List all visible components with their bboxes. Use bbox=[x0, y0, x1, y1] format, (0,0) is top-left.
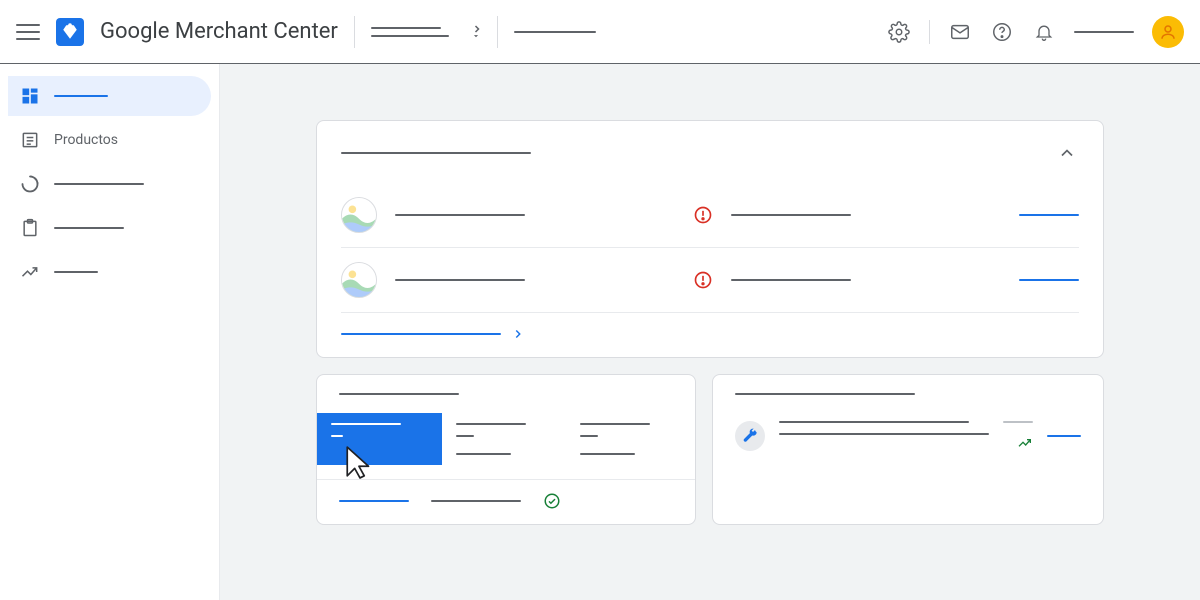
task-action-link[interactable] bbox=[1019, 279, 1079, 281]
trend-up-icon bbox=[1017, 435, 1033, 451]
sidebar-item-label bbox=[54, 183, 144, 185]
task-status bbox=[731, 214, 851, 216]
task-action-link[interactable] bbox=[1019, 214, 1079, 216]
metrics-card bbox=[316, 374, 696, 525]
task-name bbox=[395, 279, 525, 281]
metric-tile[interactable] bbox=[442, 413, 567, 465]
chevron-right-icon bbox=[511, 327, 525, 341]
divider bbox=[497, 16, 498, 48]
metric-tile[interactable] bbox=[566, 413, 691, 465]
secondary-selector[interactable] bbox=[514, 31, 604, 33]
list-icon bbox=[20, 130, 40, 150]
dashboard-icon bbox=[20, 86, 40, 106]
divider bbox=[354, 16, 355, 48]
footer-metric bbox=[431, 500, 521, 502]
notifications-icon[interactable] bbox=[1032, 20, 1056, 44]
task-row[interactable] bbox=[341, 247, 1079, 312]
alert-icon bbox=[693, 270, 713, 290]
account-selector[interactable] bbox=[371, 27, 481, 37]
progress-icon bbox=[20, 174, 40, 194]
sidebar-item-overview[interactable] bbox=[8, 76, 211, 116]
sidebar-item-growth[interactable] bbox=[8, 252, 211, 292]
card-action-link[interactable] bbox=[1047, 435, 1081, 437]
trend-icon bbox=[20, 262, 40, 282]
mail-icon[interactable] bbox=[948, 20, 972, 44]
collapse-button[interactable] bbox=[1055, 141, 1079, 165]
help-icon[interactable] bbox=[990, 20, 1014, 44]
recommendation-card bbox=[712, 374, 1104, 525]
user-avatar[interactable] bbox=[1152, 16, 1184, 48]
sidebar-item-label bbox=[54, 227, 124, 229]
card-title bbox=[735, 393, 915, 395]
card-title bbox=[341, 152, 531, 154]
card-title bbox=[339, 393, 459, 395]
product-thumbnail bbox=[341, 262, 377, 298]
task-status bbox=[731, 279, 851, 281]
sidebar-item-marketing[interactable] bbox=[8, 208, 211, 248]
task-row[interactable] bbox=[341, 183, 1079, 247]
card-footer-link[interactable] bbox=[339, 500, 409, 502]
wrench-icon bbox=[735, 421, 765, 451]
clipboard-icon bbox=[20, 218, 40, 238]
menu-toggle-button[interactable] bbox=[16, 20, 40, 44]
account-label bbox=[1074, 31, 1134, 33]
check-circle-icon bbox=[543, 492, 561, 510]
app-header: Google Merchant Center bbox=[0, 0, 1200, 64]
sidebar-item-label bbox=[54, 271, 98, 273]
alert-icon bbox=[693, 205, 713, 225]
overview-tasks-card bbox=[316, 120, 1104, 358]
sidebar-nav: Productos bbox=[0, 64, 220, 600]
sidebar-item-performance[interactable] bbox=[8, 164, 211, 204]
sidebar-item-label: Productos bbox=[54, 132, 118, 148]
task-name bbox=[395, 214, 525, 216]
metric-tile-selected[interactable] bbox=[317, 413, 442, 465]
main-content bbox=[220, 64, 1200, 600]
app-title: Google Merchant Center bbox=[100, 19, 338, 44]
sidebar-item-products[interactable]: Productos bbox=[8, 120, 211, 160]
divider bbox=[929, 20, 930, 44]
card-footer-link[interactable] bbox=[341, 312, 1079, 341]
sidebar-item-label bbox=[54, 95, 108, 97]
settings-icon[interactable] bbox=[887, 20, 911, 44]
product-thumbnail bbox=[341, 197, 377, 233]
app-logo-icon bbox=[56, 18, 84, 46]
